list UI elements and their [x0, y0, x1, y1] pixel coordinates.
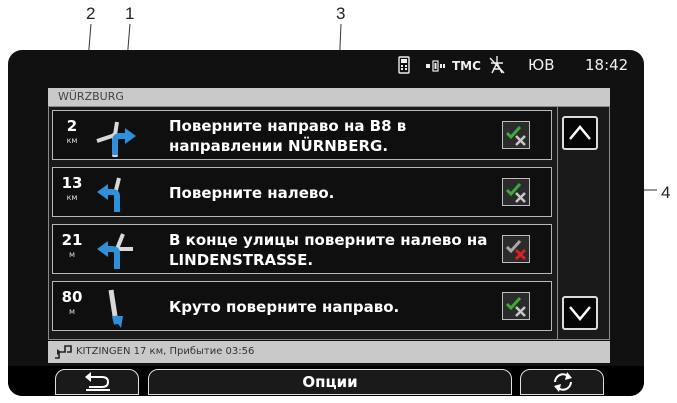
turn-left-icon [97, 177, 121, 212]
maneuver-instruction: Круто поверните направо. [169, 285, 499, 329]
instruction-text: В конце улицы поверните налево на LINDEN… [169, 231, 488, 269]
check-cross-icon [505, 182, 526, 203]
check-cross-icon [505, 239, 526, 260]
list-item[interactable]: 2 км Поверните направо на B8 в направлен… [52, 110, 552, 160]
distance-value: 21 [61, 231, 83, 249]
clock: 18:42 [585, 56, 629, 74]
route-info-bar: KITZINGEN 17 км, Прибытие 03:56 [48, 341, 610, 363]
gps-off-icon [489, 56, 505, 74]
distance-unit: км [66, 136, 78, 145]
recalculate-button[interactable] [520, 369, 604, 395]
distance-value: 2 [66, 117, 78, 135]
list-item[interactable]: 80 м Круто поверните направо. [52, 281, 552, 331]
tmc-indicator: TMC [452, 59, 481, 73]
distance-unit: м [68, 307, 76, 316]
instruction-text: Круто поверните направо. [169, 298, 400, 316]
distance-unit: км [66, 193, 78, 202]
maneuver-instruction: Поверните налево. [169, 171, 499, 215]
include-toggle[interactable] [502, 121, 530, 149]
phone-icon [398, 56, 410, 74]
instruction-text: Поверните направо на B8 в направлении NÜ… [169, 117, 407, 155]
maneuver-distance: 2 км [55, 117, 89, 147]
scroll-down-button[interactable] [562, 296, 598, 330]
maneuver-instruction: В конце улицы поверните налево на LINDEN… [169, 228, 499, 272]
check-cross-icon [505, 125, 526, 146]
destination-bar: WÜRZBURG [48, 88, 610, 106]
list-item[interactable]: 13 км Поверните налево. [52, 167, 552, 217]
include-toggle[interactable] [502, 292, 530, 320]
back-button[interactable] [55, 369, 139, 395]
options-label: Опции [302, 373, 358, 391]
check-cross-icon [505, 296, 526, 317]
turn-right-icon [96, 121, 136, 157]
chevron-down-icon [569, 306, 591, 321]
options-button[interactable]: Опции [148, 369, 512, 395]
heading-direction: ЮВ [528, 56, 555, 74]
distance-unit: м [68, 250, 76, 259]
navigation-screen: TMC ЮВ 18:42 WÜRZBURG 2 км Поверните нап… [8, 50, 644, 396]
route-info-text: KITZINGEN 17 км, Прибытие 03:56 [76, 346, 255, 357]
maneuver-distance: 13 км [55, 174, 89, 204]
recalculate-icon [554, 372, 572, 392]
exclude-toggle[interactable] [502, 235, 530, 263]
bottom-toolbar: Опции [8, 366, 644, 396]
t-junction-left-icon [97, 233, 133, 269]
status-bar: TMC ЮВ 18:42 [8, 50, 644, 82]
route-icon [55, 345, 72, 359]
scroll-up-button[interactable] [562, 116, 598, 150]
maneuver-instruction: Поверните направо на B8 в направлении NÜ… [169, 114, 499, 158]
distance-value: 13 [61, 174, 83, 192]
distance-value: 80 [61, 288, 83, 306]
chevron-up-icon [569, 125, 591, 140]
include-toggle[interactable] [502, 178, 530, 206]
maneuver-distance: 21 м [55, 231, 89, 261]
maneuver-list: 2 км Поверните направо на B8 в направлен… [48, 106, 610, 340]
maneuver-distance: 80 м [55, 288, 89, 318]
list-item[interactable]: 21 м В конце улицы поверните налево на L… [52, 224, 552, 274]
sharp-right-icon [108, 289, 123, 328]
instruction-text: Поверните налево. [169, 184, 335, 202]
destination-name: WÜRZBURG [58, 90, 124, 103]
back-icon [85, 372, 110, 391]
battery-icon [426, 60, 445, 72]
